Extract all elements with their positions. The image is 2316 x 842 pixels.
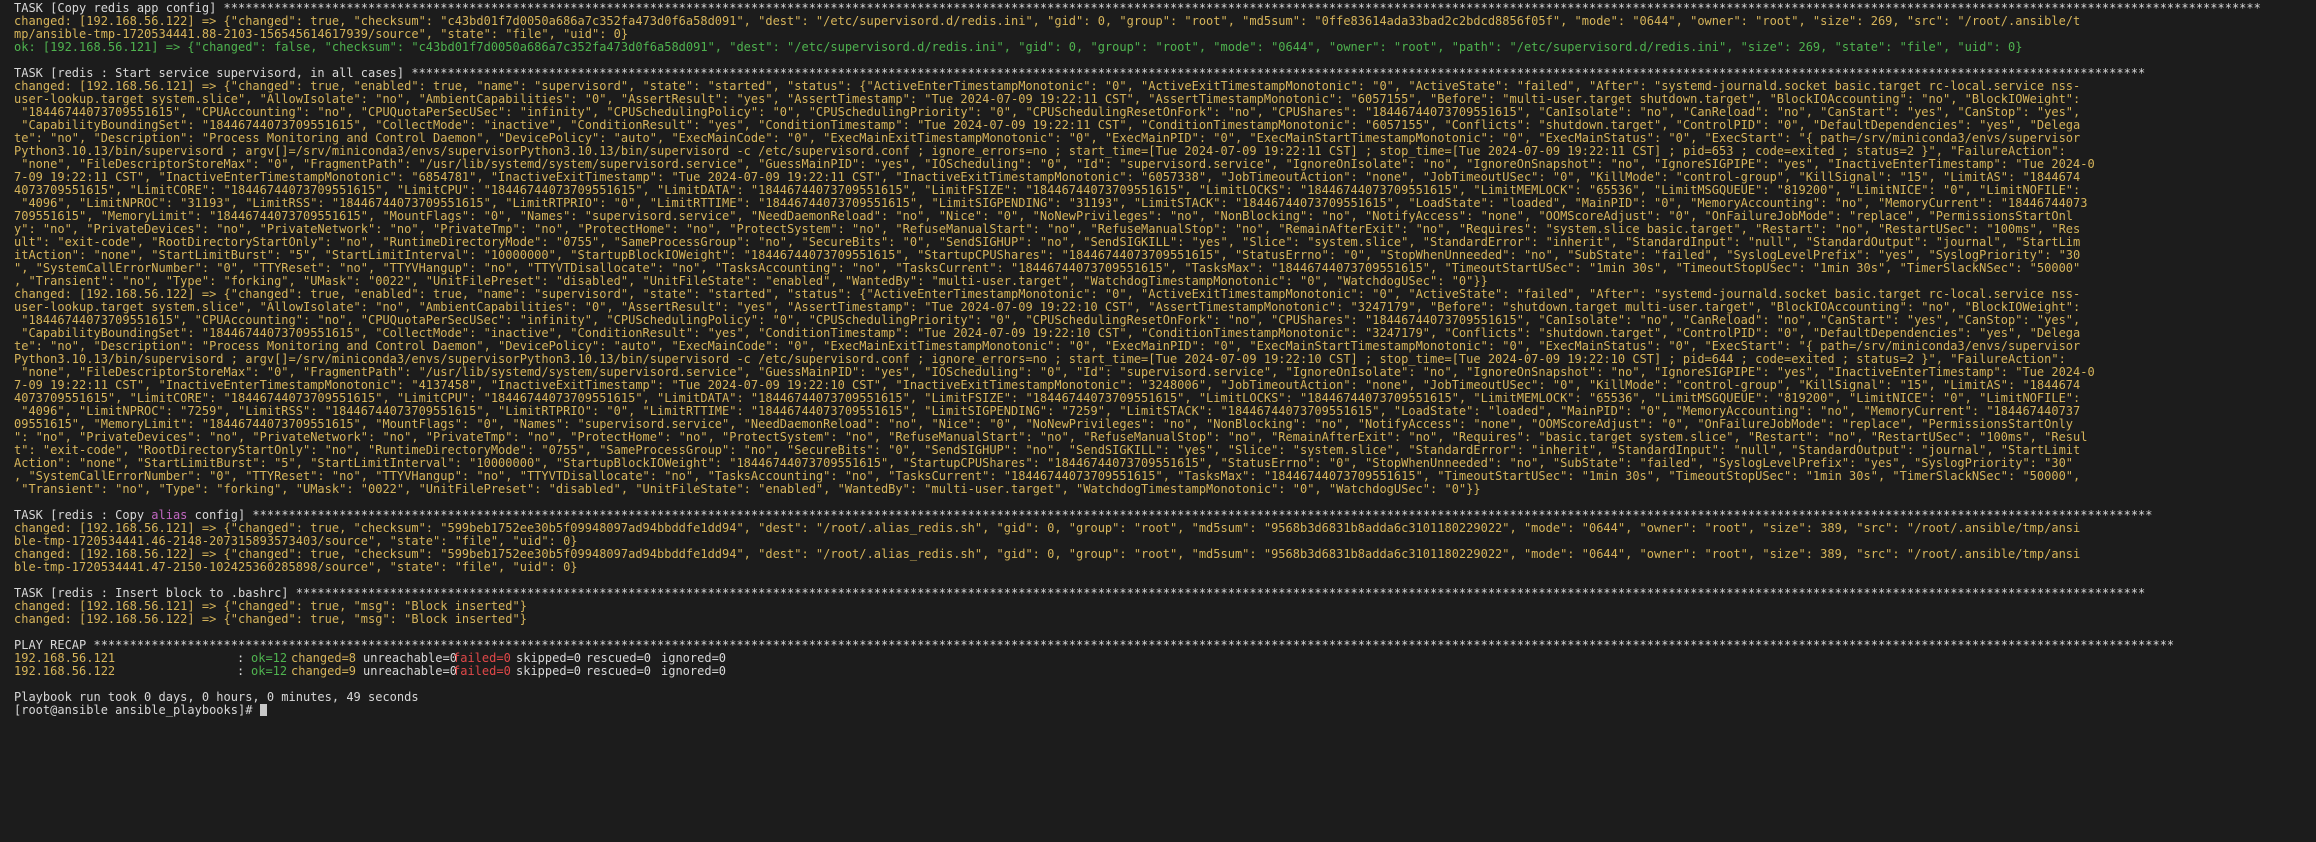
output-line: ok: [192.168.56.121] => {"changed": fals…: [14, 40, 2023, 54]
recap-row: 192.168.56.121: ok=12 changed=8 unreachable…: [14, 652, 2316, 665]
recap-unreachable: unreachable=0: [363, 664, 457, 678]
recap-changed: changed=9: [291, 664, 357, 678]
task-header-prefix: TASK [redis : Copy: [14, 508, 152, 522]
output-line: ble-tmp-1720534441.47-2150-1024253602858…: [14, 560, 578, 574]
terminal-window[interactable]: TASK [Copy redis app config] ***********…: [0, 0, 2316, 842]
recap-rescued: rescued=0: [586, 664, 652, 678]
output-line: "Transient": "no", "Type": "forking", "U…: [14, 482, 1481, 496]
shell-prompt-line[interactable]: [root@ansible ansible_playbooks]#: [14, 704, 2316, 717]
alias-keyword: alias: [151, 508, 188, 522]
recap-colon: :: [237, 664, 245, 678]
output-line: changed: [192.168.56.122] => {"changed":…: [14, 612, 527, 626]
recap-failed: failed=0: [453, 664, 511, 678]
task-block-start-supervisord: TASK [redis : Start service supervisord,…: [14, 67, 2316, 496]
recap-ok: ok=12: [251, 664, 288, 678]
task-header-suffix: config] ********************************…: [187, 508, 2153, 522]
recap-header: PLAY RECAP *****************************…: [14, 638, 2175, 652]
recap-ignored: ignored=0: [661, 664, 727, 678]
task-block-copy-redis-config: TASK [Copy redis app config] ***********…: [14, 2, 2316, 54]
text-cursor: [259, 704, 267, 716]
recap-skipped: skipped=0: [516, 664, 582, 678]
play-recap: PLAY RECAP *****************************…: [14, 639, 2316, 678]
run-summary: Playbook run took 0 days, 0 hours, 0 min…: [14, 690, 419, 704]
shell-prompt: [root@ansible ansible_playbooks]#: [14, 703, 260, 717]
recap-host: 192.168.56.122: [14, 664, 116, 678]
task-block-insert-bashrc: TASK [redis : Insert block to .bashrc] *…: [14, 587, 2316, 626]
recap-row: 192.168.56.122: ok=12 changed=9 unreachable…: [14, 665, 2316, 678]
task-block-copy-alias-config: TASK [redis : Copy alias config] *******…: [14, 509, 2316, 574]
